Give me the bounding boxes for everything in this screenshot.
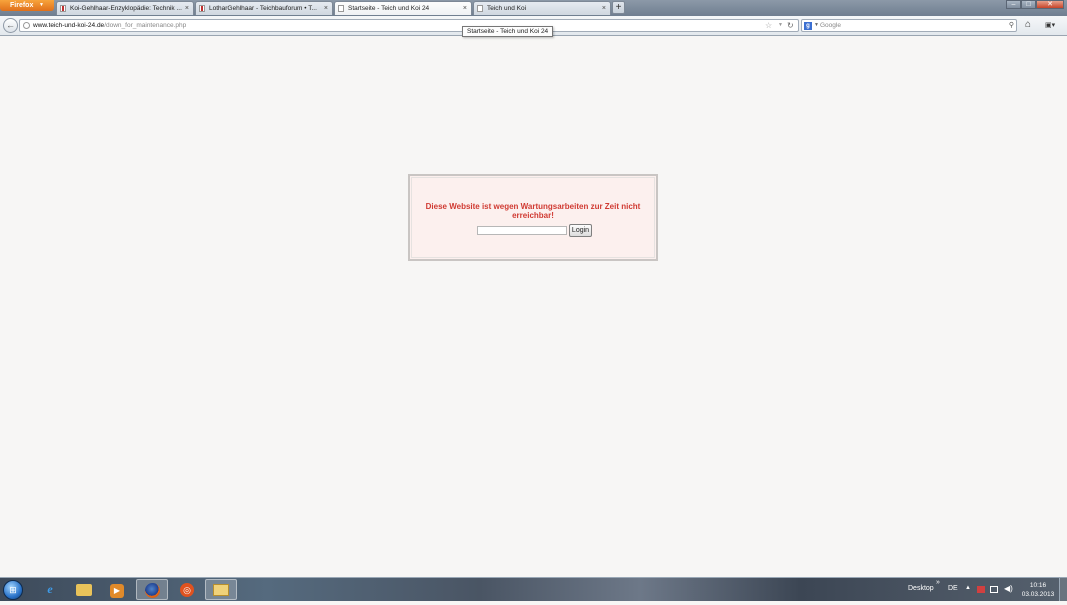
chevron-down-icon: ▼ bbox=[39, 2, 44, 8]
clock[interactable]: 10:16 03.03.2013 bbox=[1020, 581, 1056, 599]
maintenance-box: Diese Website ist wegen Wartungsarbeiten… bbox=[408, 174, 658, 261]
site-favicon-icon bbox=[60, 5, 66, 12]
login-password-input[interactable] bbox=[477, 226, 567, 235]
explorer-window-icon bbox=[213, 584, 229, 596]
close-icon[interactable]: × bbox=[463, 2, 467, 15]
clock-date: 03.03.2013 bbox=[1021, 591, 1055, 598]
search-bar[interactable]: g ▼ ⚲ bbox=[801, 19, 1017, 32]
windows-taskbar: ⊞ e ▶ ◎ Desktop » DE ▲ ◀) 10:16 03.03.20… bbox=[0, 577, 1067, 601]
bookmark-star-icon[interactable]: ☆ bbox=[765, 20, 772, 31]
taskbar-internet-explorer[interactable]: e bbox=[34, 579, 66, 600]
close-icon[interactable]: × bbox=[185, 2, 189, 15]
windows-start-icon[interactable]: ⊞ bbox=[3, 580, 23, 600]
back-button[interactable]: ← bbox=[3, 18, 18, 33]
ubuntu-icon: ◎ bbox=[180, 583, 194, 597]
tab-label: Koi-Gehlhaar-Enzyklopädie: Technik ... bbox=[70, 5, 182, 12]
page-favicon-icon bbox=[338, 5, 344, 12]
action-center-flag-icon[interactable] bbox=[977, 586, 985, 593]
bookmarks-menu-button[interactable]: ▣▾ bbox=[1045, 20, 1063, 31]
site-favicon-icon bbox=[199, 5, 205, 12]
tab-label: Teich und Koi bbox=[487, 5, 527, 12]
page-favicon-icon bbox=[477, 5, 483, 12]
firefox-menu-label: Firefox bbox=[10, 2, 34, 9]
url-path: /down_for_maintenance.php bbox=[104, 22, 187, 29]
internet-explorer-icon: e bbox=[47, 582, 53, 596]
home-icon[interactable]: ⌂ bbox=[1025, 19, 1031, 31]
taskbar-file-explorer[interactable] bbox=[68, 579, 100, 600]
tab-teichbauforum[interactable]: LotharGehlhaar - Teichbauforum • T... × bbox=[195, 1, 333, 15]
new-tab-button[interactable]: + bbox=[612, 1, 625, 14]
minimize-button[interactable]: – bbox=[1006, 0, 1021, 9]
taskbar-ubuntu[interactable]: ◎ bbox=[171, 579, 203, 600]
desktop-toolbar-label[interactable]: Desktop bbox=[908, 585, 934, 592]
url-text[interactable]: www.teich-und-koi-24.de/down_for_mainten… bbox=[33, 20, 186, 31]
search-engine-dropdown-icon[interactable]: ▼ bbox=[814, 20, 819, 31]
tab-teich-und-koi[interactable]: Teich und Koi × bbox=[473, 1, 611, 15]
login-button[interactable]: Login bbox=[569, 224, 592, 237]
search-input[interactable] bbox=[820, 21, 1000, 30]
media-player-icon: ▶ bbox=[110, 584, 124, 598]
clock-time: 10:16 bbox=[1029, 582, 1047, 589]
language-indicator[interactable]: DE bbox=[948, 585, 958, 592]
show-hidden-icons-icon[interactable]: ▲ bbox=[965, 585, 971, 591]
file-explorer-icon bbox=[76, 584, 92, 596]
taskbar-media-player[interactable]: ▶ bbox=[101, 579, 133, 600]
firefox-icon bbox=[144, 583, 160, 598]
tab-label: Startseite - Teich und Koi 24 bbox=[348, 5, 430, 12]
close-icon[interactable]: × bbox=[324, 2, 328, 15]
toolbar-chevron-icon[interactable]: » bbox=[936, 579, 940, 586]
url-bar[interactable]: www.teich-und-koi-24.de/down_for_mainten… bbox=[19, 19, 799, 32]
volume-icon[interactable]: ◀) bbox=[1004, 584, 1013, 593]
taskbar-firefox[interactable] bbox=[136, 579, 168, 600]
window-close-button[interactable]: ✕ bbox=[1036, 0, 1064, 9]
taskbar-explorer-window[interactable] bbox=[205, 579, 237, 600]
url-history-dropdown-icon[interactable]: ▼ bbox=[778, 20, 783, 31]
maintenance-message: Diese Website ist wegen Wartungsarbeiten… bbox=[425, 202, 641, 220]
google-engine-icon[interactable]: g bbox=[804, 22, 812, 30]
url-domain: www.teich-und-koi-24.de bbox=[33, 22, 105, 29]
show-desktop-button[interactable] bbox=[1059, 578, 1067, 601]
network-icon[interactable] bbox=[990, 586, 998, 593]
firefox-menu-button[interactable]: Firefox ▼ bbox=[0, 0, 54, 11]
back-arrow-icon: ← bbox=[6, 20, 15, 30]
search-icon[interactable]: ⚲ bbox=[1009, 20, 1014, 31]
tab-label: LotharGehlhaar - Teichbauforum • T... bbox=[209, 5, 317, 12]
maximize-button[interactable]: □ bbox=[1021, 0, 1036, 9]
close-icon[interactable]: × bbox=[602, 2, 606, 15]
tab-tooltip: Startseite - Teich und Koi 24 bbox=[462, 26, 554, 37]
tab-startseite-active[interactable]: Startseite - Teich und Koi 24 × bbox=[334, 1, 472, 15]
title-bar: Firefox ▼ Koi-Gehlhaar-Enzyklopädie: Tec… bbox=[0, 0, 1067, 16]
tab-koi-enzyklopaedie[interactable]: Koi-Gehlhaar-Enzyklopädie: Technik ... × bbox=[56, 1, 194, 15]
site-identity-icon[interactable] bbox=[23, 22, 30, 29]
reload-icon[interactable]: ↻ bbox=[787, 20, 794, 31]
